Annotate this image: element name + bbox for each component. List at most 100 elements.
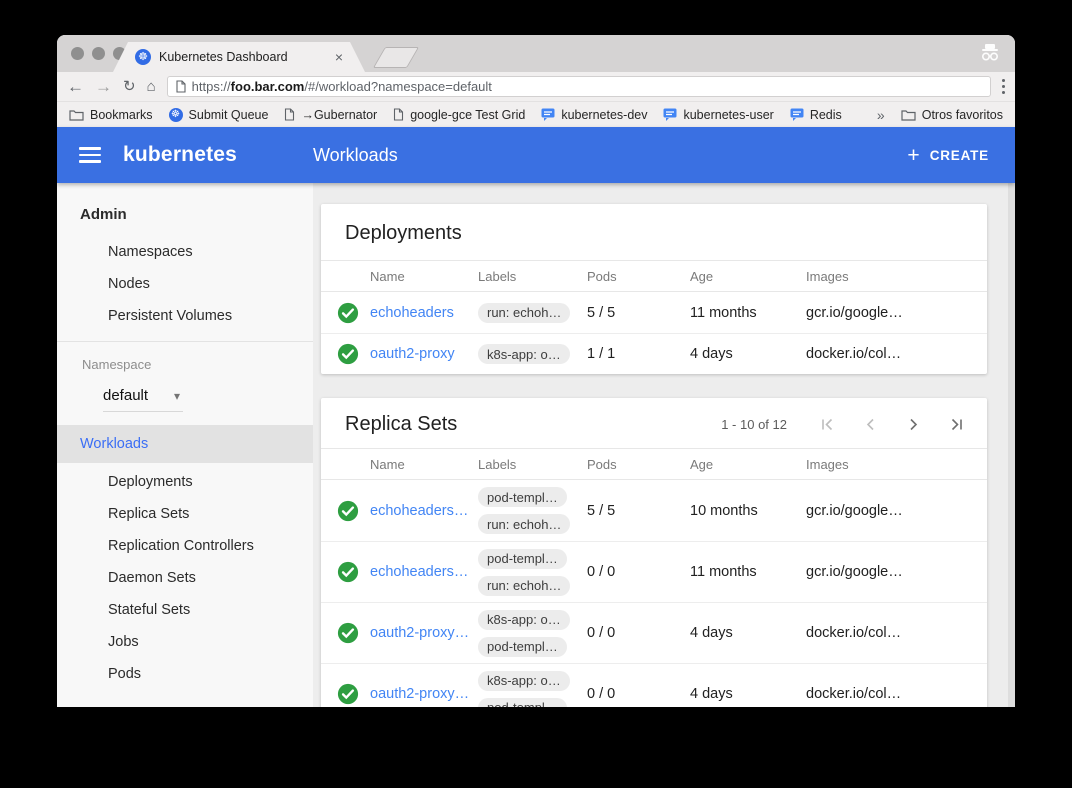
hamburger-menu-icon[interactable]	[79, 147, 101, 163]
address-bar[interactable]: https://foo.bar.com/#/workload?namespace…	[167, 76, 991, 97]
column-header-images: Images	[806, 269, 931, 284]
folder-icon	[69, 109, 84, 121]
label-chip[interactable]: pod-templ…	[478, 549, 567, 569]
label-chip[interactable]: pod-templ…	[478, 487, 567, 507]
bookmark-redis[interactable]: Redis	[790, 108, 842, 122]
sidebar-item-stateful-sets[interactable]: Stateful Sets	[57, 594, 313, 626]
browser-tab-strip: ☸ Kubernetes Dashboard ×	[57, 35, 1015, 72]
page-scrollbar[interactable]	[1008, 183, 1015, 707]
table-row: echoheaders… pod-templ… run: echoh… 5 / …	[321, 480, 987, 541]
column-header-name: Name	[370, 269, 478, 284]
browser-tab[interactable]: ☸ Kubernetes Dashboard ×	[113, 42, 365, 72]
status-ok-icon	[337, 561, 359, 583]
bookmark-folder-bookmarks[interactable]: Bookmarks	[69, 108, 153, 122]
url-path: /#/workload?namespace=default	[304, 79, 492, 94]
bookmark-kubernetes-dev[interactable]: kubernetes-dev	[541, 108, 647, 122]
column-header-images: Images	[806, 457, 931, 472]
table-row: oauth2-proxy… k8s-app: o… pod-templ… 0 /…	[321, 602, 987, 663]
label-chip[interactable]: k8s-app: o…	[478, 344, 570, 364]
bookmark-gubernator[interactable]: →Gubernator	[284, 108, 377, 122]
bookmark-folder-otros-favoritos[interactable]: Otros favoritos	[901, 108, 1003, 122]
last-page-icon[interactable]	[950, 418, 963, 431]
kubernetes-icon: ☸	[169, 108, 183, 122]
browser-menu-icon[interactable]	[1002, 85, 1006, 89]
page-icon	[284, 108, 295, 121]
bookmark-kubernetes-user[interactable]: kubernetes-user	[663, 108, 773, 122]
label-chip[interactable]: run: echoh…	[478, 303, 570, 323]
label-chip[interactable]: pod-templ…	[478, 698, 567, 708]
table-row: oauth2-proxy k8s-app: o… 1 / 1 4 days do…	[321, 333, 987, 374]
sidebar-item-jobs[interactable]: Jobs	[57, 626, 313, 658]
reload-icon[interactable]: ↻	[123, 79, 136, 94]
sidebar-item-persistent-volumes[interactable]: Persistent Volumes	[57, 300, 313, 332]
age-cell: 10 months	[690, 503, 806, 519]
namespace-select[interactable]: default ▾	[57, 372, 313, 404]
bookmarks-overflow-chevron[interactable]: »	[877, 107, 885, 123]
column-header-name: Name	[370, 457, 478, 472]
pods-cell: 0 / 0	[587, 625, 690, 641]
create-button[interactable]: + CREATE	[907, 145, 989, 166]
replica-set-name-link[interactable]: oauth2-proxy…	[370, 625, 478, 641]
sidebar-item-deployments[interactable]: Deployments	[57, 466, 313, 498]
main-content: Deployments Name Labels Pods Age Images …	[313, 183, 1015, 707]
desktop-background: ☸ Kubernetes Dashboard × ← → ↻ ⌂	[0, 0, 1072, 788]
app-brand: kubernetes	[123, 143, 237, 167]
sidebar-section-admin[interactable]: Admin	[57, 193, 313, 236]
deployment-name-link[interactable]: echoheaders	[370, 305, 478, 321]
new-tab-button[interactable]	[373, 47, 419, 68]
column-header-labels: Labels	[478, 457, 587, 472]
plus-icon: +	[907, 145, 919, 166]
next-page-icon[interactable]	[907, 418, 920, 431]
sidebar-item-pods[interactable]: Pods	[57, 658, 313, 690]
status-ok-icon	[337, 622, 359, 644]
namespace-label: Namespace	[57, 342, 313, 372]
deployments-table-header: Name Labels Pods Age Images	[321, 260, 987, 292]
first-page-icon[interactable]	[821, 418, 834, 431]
replica-sets-card-header: Replica Sets 1 - 10 of 12	[321, 398, 987, 448]
sidebar-item-replication-controllers[interactable]: Replication Controllers	[57, 530, 313, 562]
replica-set-name-link[interactable]: echoheaders…	[370, 564, 478, 580]
deployments-card-title: Deployments	[321, 204, 987, 260]
browser-window: ☸ Kubernetes Dashboard × ← → ↻ ⌂	[57, 35, 1015, 707]
folder-icon	[901, 109, 916, 121]
app-body: Admin Namespaces Nodes Persistent Volume…	[57, 183, 1015, 707]
tab-close-icon[interactable]: ×	[335, 50, 343, 64]
images-cell: gcr.io/google…	[806, 564, 931, 580]
sidebar-item-workloads-active[interactable]: Workloads	[57, 425, 313, 463]
status-ok-icon	[337, 302, 359, 324]
bookmark-submit-queue[interactable]: ☸ Submit Queue	[169, 108, 269, 122]
label-chip[interactable]: k8s-app: o…	[478, 610, 570, 630]
sidebar-item-replica-sets[interactable]: Replica Sets	[57, 498, 313, 530]
column-header-age: Age	[690, 457, 806, 472]
forward-icon[interactable]: →	[95, 78, 112, 95]
status-ok-icon	[337, 500, 359, 522]
column-header-pods: Pods	[587, 457, 690, 472]
status-ok-icon	[337, 683, 359, 705]
sidebar-item-nodes[interactable]: Nodes	[57, 268, 313, 300]
age-cell: 4 days	[690, 686, 806, 702]
label-chip[interactable]: run: echoh…	[478, 514, 570, 534]
app-header: kubernetes Workloads + CREATE	[57, 127, 1015, 183]
deployments-card: Deployments Name Labels Pods Age Images …	[321, 204, 987, 374]
sidebar-item-daemon-sets[interactable]: Daemon Sets	[57, 562, 313, 594]
column-header-age: Age	[690, 269, 806, 284]
label-chip[interactable]: k8s-app: o…	[478, 671, 570, 691]
images-cell: gcr.io/google…	[806, 503, 931, 519]
bookmark-google-gce-test-grid[interactable]: google-gce Test Grid	[393, 108, 525, 122]
window-controls	[71, 47, 126, 60]
replica-set-name-link[interactable]: oauth2-proxy…	[370, 686, 478, 702]
previous-page-icon[interactable]	[864, 418, 877, 431]
close-window-button[interactable]	[71, 47, 84, 60]
images-cell: docker.io/col…	[806, 346, 931, 362]
pagination-range: 1 - 10 of 12	[721, 417, 787, 432]
images-cell: docker.io/col…	[806, 625, 931, 641]
minimize-window-button[interactable]	[92, 47, 105, 60]
replica-set-name-link[interactable]: echoheaders…	[370, 503, 478, 519]
sidebar-item-namespaces[interactable]: Namespaces	[57, 236, 313, 268]
label-chip[interactable]: pod-templ…	[478, 637, 567, 657]
back-icon[interactable]: ←	[67, 78, 84, 95]
deployment-name-link[interactable]: oauth2-proxy	[370, 346, 478, 362]
label-chip[interactable]: run: echoh…	[478, 576, 570, 596]
age-cell: 4 days	[690, 346, 806, 362]
home-icon[interactable]: ⌂	[147, 79, 156, 94]
